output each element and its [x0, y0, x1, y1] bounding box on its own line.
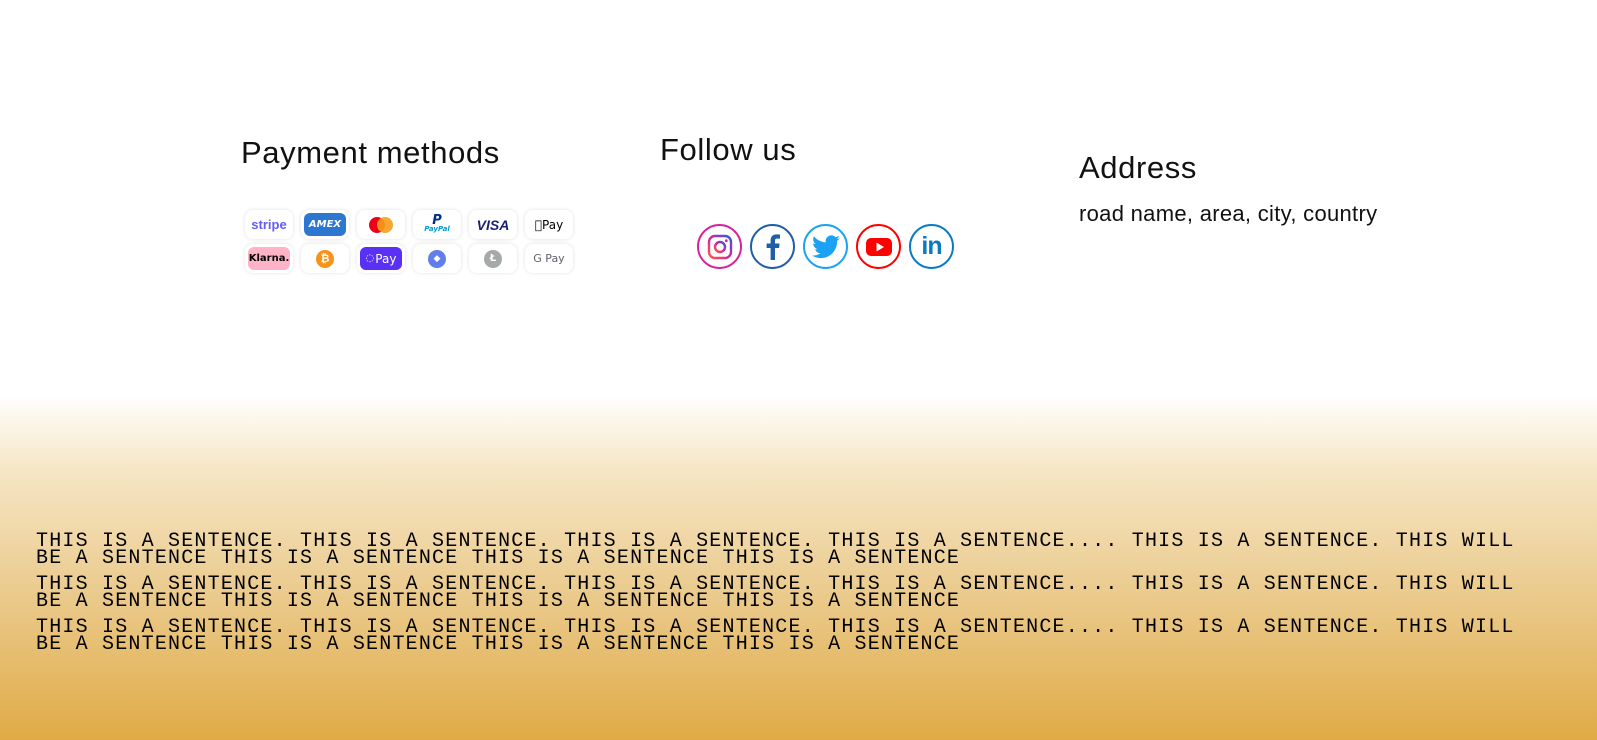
payment-methods-grid: stripe AMEX P PayPal VISA Pay Klarna. ₿…	[245, 210, 573, 273]
ethereum-icon: ◆	[413, 244, 461, 273]
amex-icon: AMEX	[301, 210, 349, 239]
apple-pay-icon: Pay	[525, 210, 573, 239]
visa-icon: VISA	[469, 210, 517, 239]
facebook-icon[interactable]	[750, 224, 795, 269]
paypal-icon: P PayPal	[413, 210, 461, 239]
footer-paragraph: This is a sentence. This is a sentence. …	[36, 530, 1515, 570]
address-title: Address	[1079, 150, 1197, 185]
payment-methods-title: Payment methods	[241, 135, 500, 170]
linkedin-icon[interactable]: in	[909, 224, 954, 269]
follow-us-section: Follow us in	[660, 132, 954, 269]
klarna-icon: Klarna.	[245, 244, 293, 273]
social-icons: in	[697, 224, 954, 269]
twitter-icon[interactable]	[803, 224, 848, 269]
litecoin-icon: Ł	[469, 244, 517, 273]
mastercard-icon	[357, 210, 405, 239]
footer-paragraph: This is a sentence. This is a sentence. …	[36, 573, 1515, 613]
address-section: Address road name, area, city, country	[1079, 150, 1379, 227]
instagram-icon[interactable]	[697, 224, 742, 269]
footer-paragraph: This is a sentence. This is a sentence. …	[36, 616, 1515, 656]
stripe-icon: stripe	[245, 210, 293, 239]
opay-icon: ◌ Pay	[357, 244, 405, 273]
follow-us-title: Follow us	[660, 132, 797, 167]
bitcoin-icon: ₿	[301, 244, 349, 273]
google-pay-icon: G Pay	[525, 244, 573, 273]
youtube-icon[interactable]	[856, 224, 901, 269]
footer-text-block: This is a sentence. This is a sentence. …	[36, 530, 1516, 662]
address-text: road name, area, city, country	[1079, 201, 1378, 226]
payment-methods-section: Payment methods stripe AMEX P PayPal VIS…	[241, 135, 573, 273]
